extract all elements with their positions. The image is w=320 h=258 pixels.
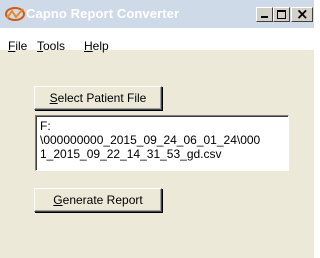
select-patient-file-label: Select Patient File	[49, 91, 147, 105]
minimize-button[interactable]	[256, 7, 273, 22]
menu-file[interactable]: File	[8, 39, 27, 53]
close-button[interactable]: ×	[291, 5, 313, 23]
generate-report-button[interactable]: Generate Report	[34, 188, 162, 212]
generate-report-label: Generate Report	[53, 193, 143, 207]
menu-tools[interactable]: Tools	[37, 39, 65, 53]
app-logo-icon	[5, 7, 25, 21]
title-bar[interactable]: Capno Report Converter ×	[0, 0, 314, 28]
window-title: Capno Report Converter	[26, 6, 180, 21]
maximize-button[interactable]	[273, 7, 290, 22]
select-patient-file-button[interactable]: Select Patient File	[34, 86, 162, 110]
menu-bar: File Tools Help	[0, 28, 314, 53]
close-icon: ×	[296, 5, 309, 23]
main-window: Capno Report Converter × File Tools Help…	[0, 0, 316, 258]
menu-help[interactable]: Help	[84, 39, 109, 53]
file-path-display[interactable]: F: \000000000_2015_09_24_06_01_24\000 1_…	[35, 115, 289, 171]
